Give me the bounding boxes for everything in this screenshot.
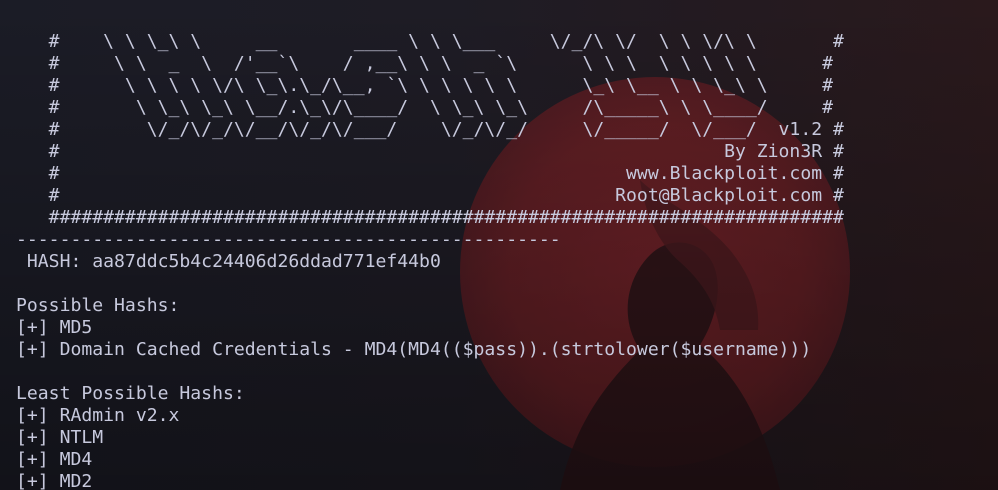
banner-line: # \/_/\/_/\/__/\/_/\/___/ \/_/\/_/ \/___… (16, 119, 844, 140)
least-hash-item: [+] MD4 (16, 449, 93, 470)
possible-hashes-heading: Possible Hashs: (16, 295, 180, 316)
banner-line: # \ \ \ \ \/\ \_\.\_/\__, `\ \ \ \ \ \ \… (16, 75, 834, 96)
terminal-window[interactable]: # \ \ \_\ \ __ ____ \ \ \___ \/_/\ \/ \ … (0, 0, 998, 490)
banner-border-line: ########################################… (16, 207, 844, 228)
banner-email-line: # Root@Blackploit.com # (16, 185, 844, 206)
least-hash-item: [+] MD2 (16, 471, 93, 490)
banner-line: # \ \ _ \ /'__`\ / ,__\ \ \ _ `\ \ \ \ \… (16, 53, 834, 74)
banner-line: # \ \_\ \_\ \__/.\_\/\____/ \ \_\ \_\ /\… (16, 97, 834, 118)
banner-author-line: # By Zion3R # (16, 141, 844, 162)
least-hash-item: [+] RAdmin v2.x (16, 405, 180, 426)
banner-website-line: # www.Blackploit.com # (16, 163, 844, 184)
banner-line: # \ \ \_\ \ __ ____ \ \ \___ \/_/\ \/ \ … (16, 31, 844, 52)
least-hashes-heading: Least Possible Hashs: (16, 383, 245, 404)
possible-hash-item: [+] Domain Cached Credentials - MD4(MD4(… (16, 339, 812, 360)
possible-hash-item: [+] MD5 (16, 317, 93, 338)
terminal-output: # \ \ \_\ \ __ ____ \ \ \___ \/_/\ \/ \ … (16, 31, 844, 490)
separator-line: ----------------------------------------… (16, 229, 561, 250)
least-hash-item: [+] NTLM (16, 427, 104, 448)
hash-line: HASH: aa87ddc5b4c24406d26ddad771ef44b0 (16, 251, 441, 272)
